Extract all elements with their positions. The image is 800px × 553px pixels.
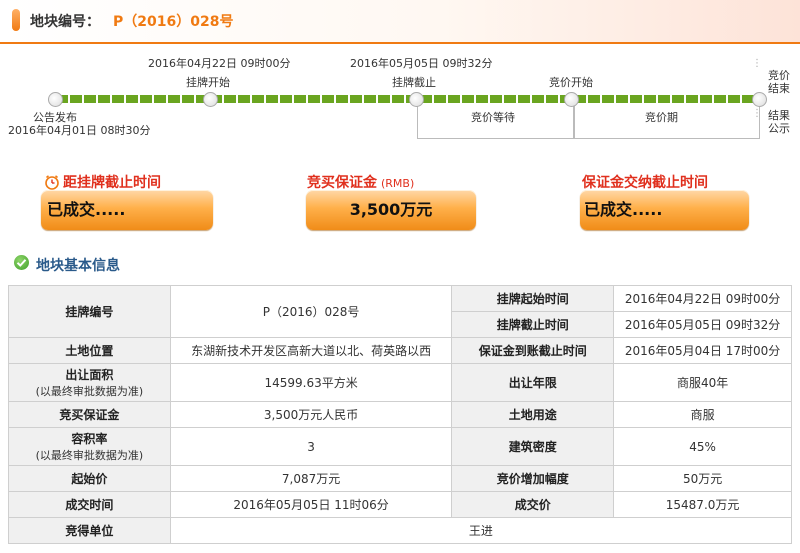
listing-end-time: 2016年05月05日 09时32分	[350, 57, 493, 70]
table-row: 容积率 (以最终审批数据为准) 3 建筑密度 45%	[8, 427, 792, 466]
timeline-dots-icon: ⋮	[752, 108, 762, 119]
area-note: (以最终审批数据为准)	[35, 385, 144, 398]
listing-start-time: 2016年04月22日 09时00分	[148, 57, 291, 70]
deposit-deadline-title-text: 保证金交纳截止时间	[582, 175, 708, 191]
use-value: 商服	[613, 401, 792, 428]
listing-start-value: 2016年04月22日 09时00分	[613, 285, 792, 312]
area-label-cell: 出让面积 (以最终审批数据为准)	[8, 363, 171, 402]
location-label: 土地位置	[8, 337, 171, 364]
far-label-cell: 容积率 (以最终审批数据为准)	[8, 427, 171, 466]
page-header: 地块编号： P（2016）028号	[0, 0, 800, 42]
header-divider	[0, 42, 800, 44]
timeline-node-bid-start	[564, 92, 579, 107]
increment-label: 竞价增加幅度	[451, 465, 615, 492]
table-row: 竞买保证金 3,500万元人民币 土地用途 商服	[8, 401, 792, 428]
deposit-deadline-title: 保证金交纳截止时间	[582, 172, 708, 192]
timeline-track	[56, 95, 760, 103]
area-label: 出让面积	[65, 368, 114, 382]
deposit-unit: (RMB)	[381, 177, 415, 190]
header-marker-icon	[12, 9, 20, 31]
density-label: 建筑密度	[451, 427, 615, 466]
check-circle-icon	[14, 255, 29, 270]
section-title: 地块基本信息	[36, 258, 120, 274]
start-price-label: 起始价	[8, 465, 171, 492]
far-value: 3	[169, 427, 453, 466]
result-label-line2: 公示	[768, 122, 790, 135]
term-value: 商服40年	[613, 363, 792, 402]
deposit-deadline-box: 已成交.....	[580, 190, 749, 230]
density-value: 45%	[613, 427, 792, 466]
table-row: 起始价 7,087万元 竞价增加幅度 50万元	[8, 465, 792, 492]
listing-start-label: 挂牌开始	[186, 76, 230, 89]
increment-value: 50万元	[613, 465, 792, 492]
bid-start-label: 竞价开始	[549, 76, 593, 89]
deposit-deadline-value: 2016年05月04日 17时00分	[613, 337, 792, 364]
listing-end-label: 挂牌截止时间	[451, 311, 615, 338]
table-row: 土地位置 东湖新技术开发区高新大道以北、荷英路以西 保证金到账截止时间 2016…	[8, 337, 792, 364]
deposit-value: 3,500万元	[349, 200, 433, 219]
deposit-box: 3,500万元	[306, 190, 476, 230]
winner-label: 竞得单位	[8, 517, 171, 544]
timeline-node-announce	[48, 92, 63, 107]
listing-end-label: 挂牌截止	[392, 76, 436, 89]
deposit-deadline-value: 已成交.....	[584, 200, 663, 219]
deal-time-label: 成交时间	[8, 491, 171, 518]
deal-price-value: 15487.0万元	[613, 491, 792, 518]
deal-price-label: 成交价	[451, 491, 615, 518]
deposit-title-text: 竞买保证金	[307, 175, 377, 191]
timeline-node-listing-end	[409, 92, 424, 107]
location-value: 东湖新技术开发区高新大道以北、荷英路以西	[169, 337, 453, 364]
winner-value: 王进	[169, 517, 793, 544]
deposit-label: 竞买保证金	[8, 401, 171, 428]
listing-end-value: 2016年05月05日 09时32分	[613, 311, 792, 338]
timeline-dots-icon: ⋮	[752, 58, 762, 69]
deposit-value: 3,500万元人民币	[169, 401, 453, 428]
table-row: 成交时间 2016年05月05日 11时06分 成交价 15487.0万元	[8, 491, 792, 518]
bid-wait-label: 竞价等待	[471, 111, 515, 124]
table-row: 竞得单位 王进	[8, 517, 793, 544]
term-label: 出让年限	[451, 363, 615, 402]
listing-no-label: 挂牌编号	[8, 285, 171, 338]
bid-end-label-line2: 结束	[768, 82, 790, 95]
start-price-value: 7,087万元	[169, 465, 453, 492]
parcel-code-label: 地块编号：	[30, 14, 100, 30]
use-label: 土地用途	[451, 401, 615, 428]
listing-start-label: 挂牌起始时间	[451, 285, 615, 312]
table-row: 出让面积 (以最终审批数据为准) 14599.63平方米 出让年限 商服40年	[8, 363, 792, 402]
timeline-node-listing-start	[203, 92, 218, 107]
parcel-code-value: P（2016）028号	[113, 14, 234, 30]
parcel-info-table: 挂牌编号 P（2016）028号 挂牌起始时间 2016年04月22日 09时0…	[8, 285, 793, 544]
announce-time: 2016年04月01日 08时30分	[8, 124, 151, 137]
timeline-node-bid-end	[752, 92, 767, 107]
deposit-deadline-label: 保证金到账截止时间	[451, 337, 615, 364]
bid-period-label: 竞价期	[645, 111, 678, 124]
listing-deadline-title: 距挂牌截止时间	[44, 172, 161, 192]
far-note: (以最终审批数据为准)	[35, 449, 144, 462]
deal-time-value: 2016年05月05日 11时06分	[169, 491, 453, 518]
deposit-title: 竞买保证金 (RMB)	[307, 172, 414, 192]
table-row: 挂牌编号 P（2016）028号 挂牌起始时间 2016年04月22日 09时0…	[8, 285, 792, 338]
listing-no-value: P（2016）028号	[169, 285, 453, 338]
area-value: 14599.63平方米	[169, 363, 453, 402]
listing-deadline-title-text: 距挂牌截止时间	[63, 175, 161, 191]
listing-deadline-value: 已成交.....	[47, 200, 126, 219]
check-mark-icon	[16, 259, 27, 267]
far-label: 容积率	[71, 432, 108, 446]
listing-deadline-box: 已成交.....	[41, 190, 213, 230]
alarm-clock-icon	[45, 175, 59, 190]
